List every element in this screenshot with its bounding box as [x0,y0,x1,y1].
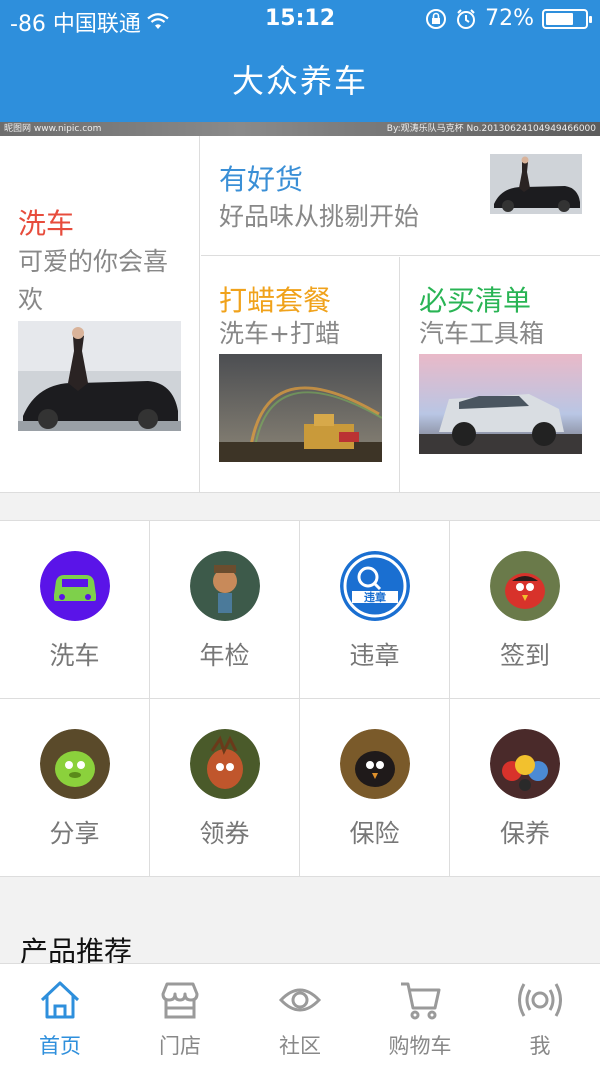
page-title: 大众养车 [231,62,368,100]
banner-image[interactable]: 昵图网 www.nipic.com By:观涛乐队马克杯 No.20130624… [0,122,600,136]
car-model-photo [18,321,181,431]
car-wash-icon [40,551,110,621]
service-coupon[interactable]: 领券 [150,699,300,877]
rotation-lock-icon [426,8,447,29]
suv-photo [419,354,582,454]
home-icon [38,978,82,1022]
service-label: 分享 [49,819,100,848]
tab-profile[interactable]: 我 [480,964,600,1065]
service-label: 违章 [349,641,400,670]
top-bar: -86 中国联通 15:12 72% 大众养车 [0,0,600,122]
promo-must-buy-list[interactable]: 必买清单 汽车工具箱 [401,257,600,493]
banner-watermark-right: By:观涛乐队马克杯 No.20130624104949466000 [386,124,596,134]
tab-eye[interactable]: 社区 [240,964,360,1065]
service-maintenance[interactable]: 保养 [450,699,600,877]
banner-watermark-left: 昵图网 www.nipic.com [4,124,102,134]
service-label: 保险 [349,819,400,848]
service-car-wash[interactable]: 洗车 [0,521,150,699]
cart-icon [398,978,442,1022]
profile-icon [518,978,562,1022]
rainbow-city-photo [219,354,382,462]
tab-label: 首页 [39,1034,81,1058]
promo-title: 有好货 [219,163,304,196]
service-violation[interactable]: 违章 违章 [300,521,450,699]
promo-title: 打蜡套餐 [219,284,332,317]
share-icon [40,729,110,799]
service-checkin[interactable]: 签到 [450,521,600,699]
tab-bar: 首页 门店 社区 购物车 我 [0,963,600,1065]
battery-percent: 72% [485,6,534,31]
promo-subtitle: 可爱的你会喜欢 [18,247,169,314]
promo-title: 必买清单 [419,284,532,317]
service-inspection[interactable]: 年检 [150,521,300,699]
promo-good-goods[interactable]: 有好货 好品味从挑剔开始 [201,136,600,256]
promo-subtitle: 汽车工具箱 [419,319,545,348]
tab-home[interactable]: 首页 [0,964,120,1065]
service-label: 保养 [499,819,550,848]
promo-subtitle: 好品味从挑剔开始 [219,202,420,231]
car-model-photo [490,154,582,214]
tab-cart[interactable]: 购物车 [360,964,480,1065]
promo-subtitle: 洗车+打蜡 [219,319,340,348]
service-label: 年检 [199,641,250,670]
insurance-icon [340,729,410,799]
svg-text:违章: 违章 [364,590,386,604]
tab-label: 购物车 [388,1034,452,1058]
service-label: 签到 [499,641,550,670]
battery-fill [546,12,573,25]
status-bar: -86 中国联通 15:12 72% [0,0,600,40]
tab-label: 门店 [159,1034,201,1058]
tab-label: 我 [529,1034,551,1058]
alarm-icon [457,8,476,29]
violation-icon: 违章 [340,551,410,621]
service-insurance[interactable]: 保险 [300,699,450,877]
service-label: 洗车 [49,641,100,670]
maintenance-icon [490,729,560,799]
coupon-icon [190,729,260,799]
service-share[interactable]: 分享 [0,699,150,877]
store-icon [158,978,202,1022]
eye-icon [278,978,322,1022]
inspection-icon [190,551,260,621]
tab-label: 社区 [279,1034,321,1058]
tab-store[interactable]: 门店 [120,964,240,1065]
promo-wax-package[interactable]: 打蜡套餐 洗车+打蜡 [201,257,400,493]
promo-title: 洗车 [18,207,75,240]
promo-car-wash[interactable]: 洗车 可爱的你会喜欢 [0,136,200,493]
battery-icon [542,8,592,29]
service-label: 领券 [199,819,250,848]
promo-grid: 洗车 可爱的你会喜欢 有好货 好品味从挑剔开始 打蜡套餐 洗车+打蜡 必买清单 … [0,136,600,493]
checkin-icon [490,551,560,621]
services-grid: 洗车 年检 违章 违章 签到 分享 领券 保险 保养 [0,520,600,877]
